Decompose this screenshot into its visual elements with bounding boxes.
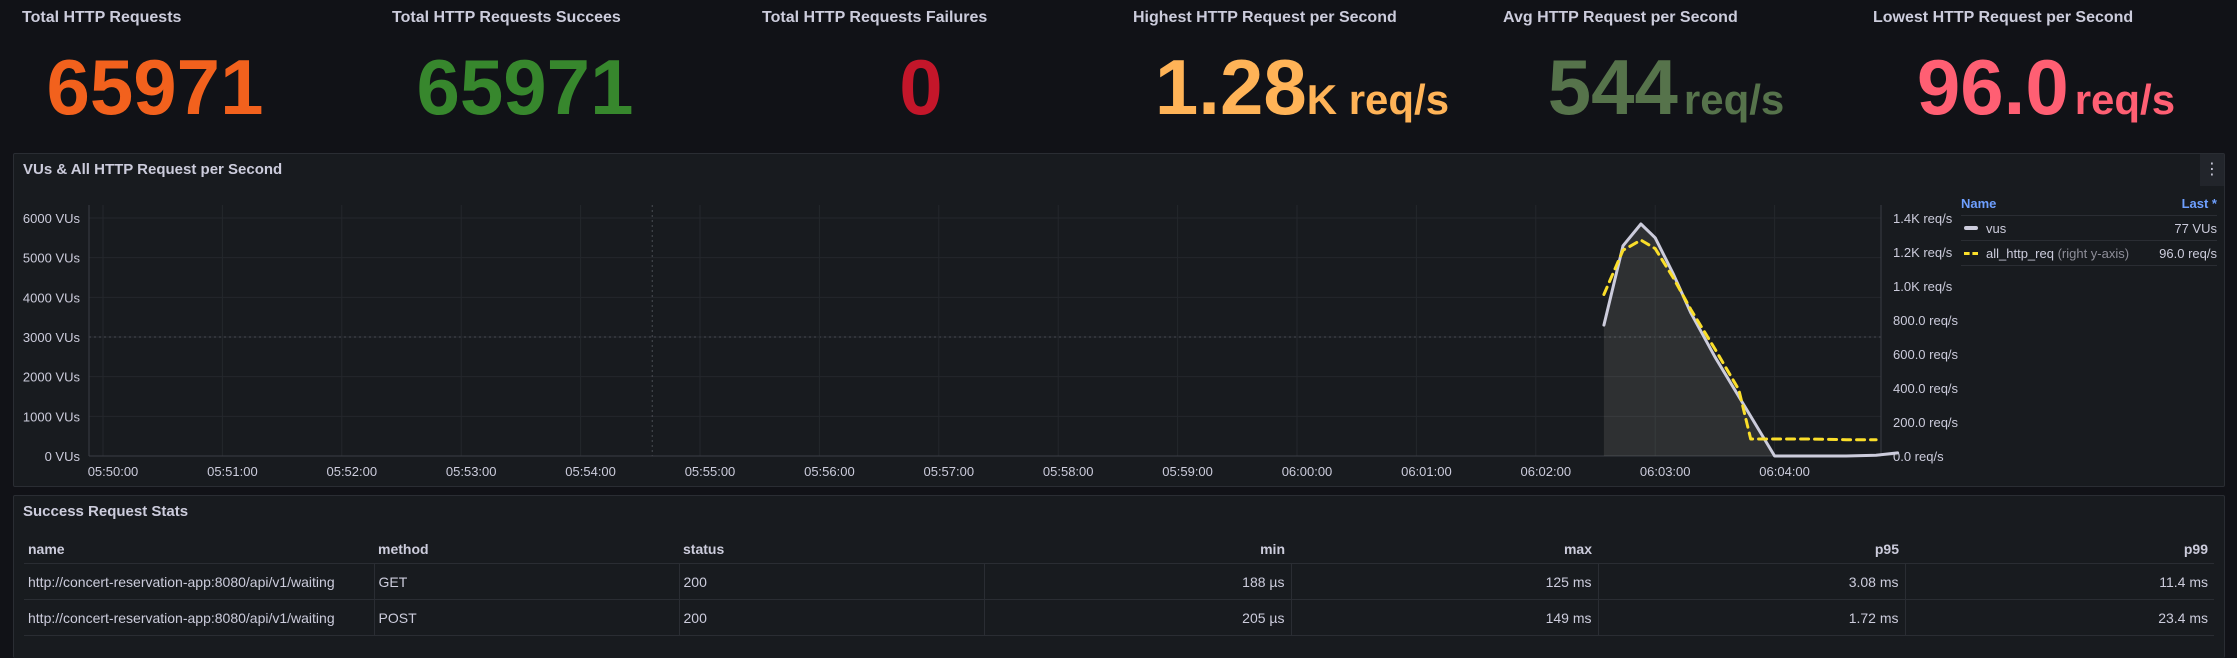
- stat-avg-rps: Avg HTTP Request per Second 544 req/s: [1481, 0, 1851, 145]
- cell-method: POST: [374, 599, 680, 636]
- legend-series-label: all_http_req: [1986, 245, 2054, 261]
- stat-unit: req/s: [1683, 76, 1785, 123]
- column-header-status[interactable]: status: [679, 535, 984, 564]
- cell-p99: 23.4 ms: [1905, 599, 2214, 636]
- success-stats-table: name method status min max p95 p99 http:…: [24, 535, 2214, 636]
- stat-number: 96.0: [1916, 43, 2069, 131]
- legend-series-name: all_http_req (right y-axis): [1986, 246, 2159, 261]
- table-header-row: name method status min max p95 p99: [24, 535, 2214, 564]
- legend-swatch: [1964, 251, 1978, 255]
- stat-total-failures: Total HTTP Requests Failures 0: [740, 0, 1110, 145]
- stat-unit: K req/s: [1306, 76, 1450, 123]
- stat-value: 96.0 req/s: [1881, 42, 2211, 155]
- legend-last-header[interactable]: Last *: [2182, 193, 2217, 215]
- cell-status: 200: [679, 599, 985, 636]
- column-header-p95[interactable]: p95: [1598, 535, 1905, 564]
- stat-number: 544: [1547, 43, 1678, 131]
- column-header-min[interactable]: min: [984, 535, 1291, 564]
- table-row: http://concert-reservation-app:8080/api/…: [24, 563, 2214, 600]
- cell-max: 125 ms: [1291, 563, 1599, 600]
- column-header-name[interactable]: name: [24, 535, 374, 564]
- legend-series-label: vus: [1986, 220, 2007, 236]
- cell-p99: 11.4 ms: [1905, 563, 2214, 600]
- stat-total-requests: Total HTTP Requests 65971: [0, 0, 370, 145]
- table-row: http://concert-reservation-app:8080/api/…: [24, 599, 2214, 636]
- cell-method: GET: [374, 563, 680, 600]
- cell-name: http://concert-reservation-app:8080/api/…: [24, 599, 375, 636]
- stat-unit: req/s: [2074, 76, 2176, 123]
- legend-series-axis-note: (right y-axis): [2057, 245, 2130, 261]
- legend-swatch: [1964, 226, 1978, 230]
- legend-header: Name Last *: [1961, 193, 2217, 216]
- stat-title: Lowest HTTP Request per Second: [1873, 9, 2134, 26]
- column-header-method[interactable]: method: [374, 535, 679, 564]
- chart-panel: VUs & All HTTP Request per Second ⋮: [13, 153, 2225, 487]
- panel-menu-button[interactable]: ⋮: [2200, 154, 2224, 186]
- stat-value: 1.28K req/s: [1147, 42, 1457, 155]
- stat-value: 0: [796, 42, 1046, 155]
- stat-title: Total HTTP Requests Succees: [392, 9, 621, 26]
- column-header-max[interactable]: max: [1291, 535, 1598, 564]
- stat-value: 544 req/s: [1511, 42, 1821, 155]
- cell-p95: 1.72 ms: [1598, 599, 1906, 636]
- cell-name: http://concert-reservation-app:8080/api/…: [24, 563, 375, 600]
- stat-title: Highest HTTP Request per Second: [1133, 9, 1397, 26]
- stat-number: 65971: [416, 43, 634, 131]
- legend-last-value: 96.0 req/s: [2159, 245, 2217, 261]
- cell-max: 149 ms: [1291, 599, 1599, 636]
- cell-p95: 3.08 ms: [1598, 563, 1906, 600]
- cell-status: 200: [679, 563, 985, 600]
- column-header-p99[interactable]: p99: [1905, 535, 2214, 564]
- stat-value: 65971: [400, 42, 650, 155]
- legend-name-header[interactable]: Name: [1961, 193, 1996, 215]
- stat-lowest-rps: Lowest HTTP Request per Second 96.0 req/s: [1851, 0, 2221, 145]
- stat-number: 0: [899, 43, 943, 131]
- stat-highest-rps: Highest HTTP Request per Second 1.28K re…: [1111, 0, 1481, 145]
- stat-title: Total HTTP Requests Failures: [762, 9, 988, 26]
- stat-title: Total HTTP Requests: [22, 9, 182, 26]
- stat-title: Avg HTTP Request per Second: [1503, 9, 1738, 26]
- vertical-ellipsis-icon: ⋮: [2204, 161, 2220, 178]
- legend-last-value: 77 VUs: [2174, 220, 2217, 236]
- stat-value: 65971: [30, 42, 280, 155]
- cell-min: 188 µs: [984, 563, 1292, 600]
- stat-number: 65971: [46, 43, 264, 131]
- legend-series-name: vus: [1986, 221, 2174, 236]
- chart-legend: Name Last * vus 77 VUs all_http_req (rig…: [1961, 193, 2217, 266]
- cell-min: 205 µs: [984, 599, 1292, 636]
- table-panel-title: Success Request Stats: [23, 503, 189, 520]
- legend-item-vus[interactable]: vus 77 VUs: [1961, 216, 2217, 241]
- stat-number: 1.28: [1154, 43, 1307, 131]
- stat-total-success: Total HTTP Requests Succees 65971: [370, 0, 740, 145]
- chart-panel-title: VUs & All HTTP Request per Second: [23, 161, 283, 178]
- legend-item-all-http-req[interactable]: all_http_req (right y-axis) 96.0 req/s: [1961, 241, 2217, 266]
